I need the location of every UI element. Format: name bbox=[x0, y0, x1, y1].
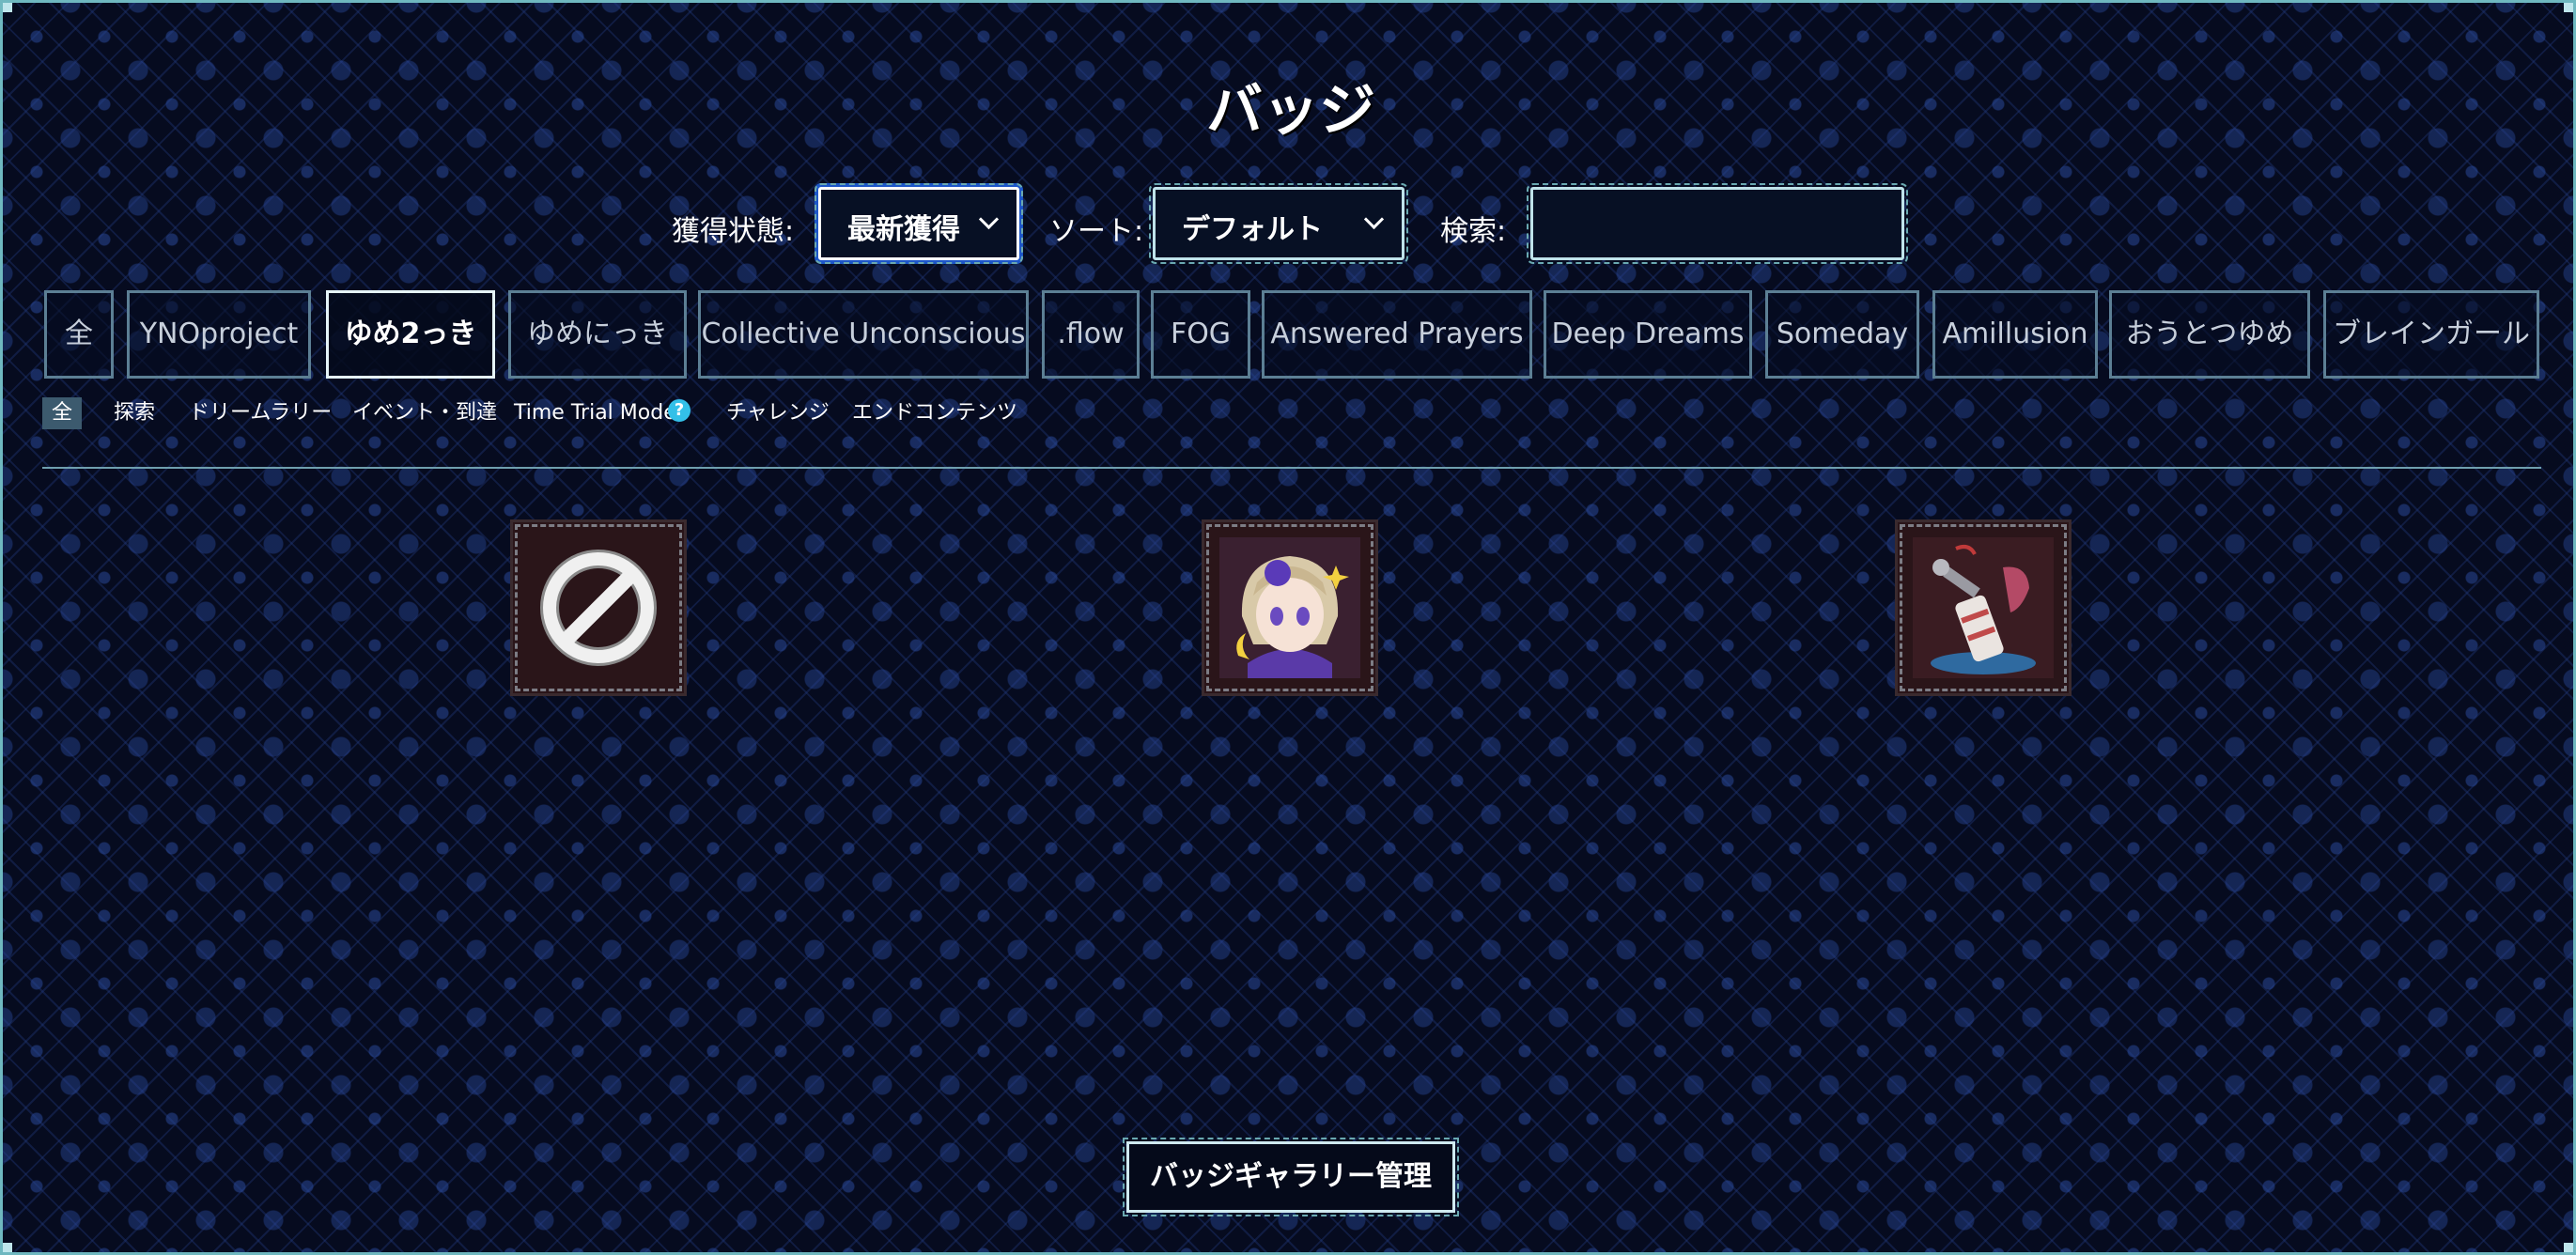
sort-label: ソート: bbox=[1049, 215, 1144, 248]
filter-bar: 獲得状態: 最新獲得 ソート: デフォルト 検索: bbox=[3, 183, 2576, 264]
game-tab[interactable]: ブレインガール bbox=[2323, 290, 2539, 379]
help-icon[interactable]: ? bbox=[668, 399, 691, 422]
game-tab[interactable]: Answered Prayers bbox=[1262, 290, 1532, 379]
game-tab[interactable]: ゆめにっき bbox=[508, 290, 687, 379]
category-tab[interactable]: エンドコンテンツ bbox=[852, 397, 1017, 429]
no-badge-icon bbox=[540, 550, 657, 666]
game-tab[interactable]: Deep Dreams bbox=[1544, 290, 1752, 379]
badge-item[interactable] bbox=[510, 519, 687, 696]
game-tab[interactable]: ゆめ2っき bbox=[326, 290, 495, 379]
status-select[interactable]: 最新獲得 bbox=[815, 183, 1023, 264]
corner-ornament bbox=[2564, 3, 2573, 12]
corner-ornament bbox=[3, 3, 12, 12]
category-tab[interactable]: チャレンジ bbox=[726, 397, 830, 429]
chevron-down-icon bbox=[1363, 209, 1385, 230]
corner-ornament bbox=[2564, 1243, 2573, 1252]
game-tab[interactable]: Someday bbox=[1765, 290, 1919, 379]
category-tab-bar: 全 探索 ドリームラリー イベント・到達 Time Trial Mode ? チ… bbox=[3, 397, 2576, 435]
status-filter-label: 獲得状態: bbox=[672, 215, 795, 248]
game-tab[interactable]: Collective Unconscious bbox=[698, 290, 1029, 379]
chevron-down-icon bbox=[978, 209, 1000, 230]
game-tab[interactable]: Amillusion bbox=[1932, 290, 2098, 379]
badge-item[interactable] bbox=[1202, 519, 1378, 696]
badge-gallery-button[interactable]: バッジギャラリー管理 bbox=[1123, 1138, 1459, 1216]
search-label: 検索: bbox=[1440, 215, 1507, 248]
game-tab[interactable]: 全 bbox=[44, 290, 114, 379]
sort-select[interactable]: デフォルト bbox=[1149, 183, 1408, 264]
sort-select-value: デフォルト bbox=[1182, 213, 1323, 246]
category-tab[interactable]: 全 bbox=[42, 397, 83, 429]
corner-ornament bbox=[3, 1243, 12, 1252]
game-tab-bar: 全 YNOproject ゆめ2っき ゆめにっき Collective Unco… bbox=[3, 290, 2576, 380]
sword-bundle-icon bbox=[1913, 537, 2054, 678]
category-tab[interactable]: 探索 bbox=[114, 397, 155, 429]
badge-item[interactable] bbox=[1895, 519, 2072, 696]
category-tab[interactable]: ドリームラリー bbox=[189, 397, 332, 429]
badge-modal: バッジ 獲得状態: 最新獲得 ソート: デフォルト 検索: 全 YNOproje… bbox=[0, 0, 2576, 1255]
category-tab[interactable]: イベント・到達 bbox=[352, 397, 497, 429]
game-tab[interactable]: おうとつゆめ bbox=[2109, 290, 2310, 379]
character-portrait-icon bbox=[1219, 537, 1360, 678]
game-tab[interactable]: .flow bbox=[1042, 290, 1140, 379]
search-input[interactable] bbox=[1527, 183, 1908, 264]
page-title: バッジ bbox=[1206, 78, 1375, 144]
category-tab[interactable]: Time Trial Mode bbox=[514, 397, 676, 429]
status-select-value: 最新獲得 bbox=[847, 213, 960, 246]
divider bbox=[42, 467, 2541, 469]
game-tab[interactable]: FOG bbox=[1151, 290, 1250, 379]
game-tab[interactable]: YNOproject bbox=[127, 290, 311, 379]
